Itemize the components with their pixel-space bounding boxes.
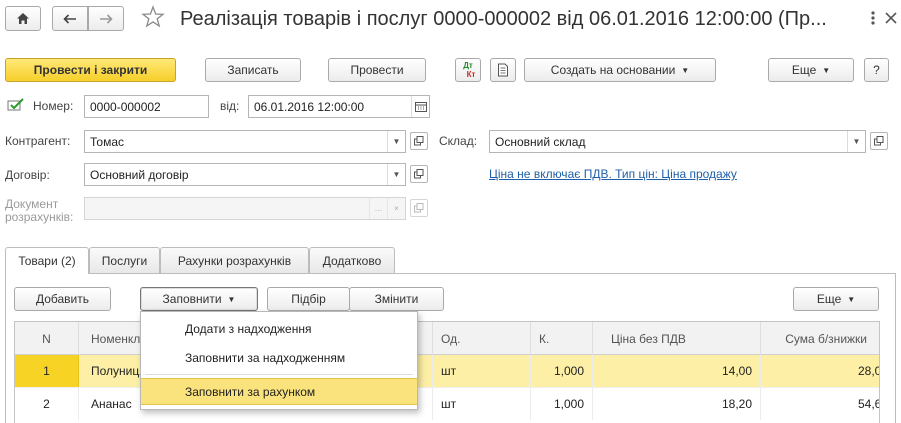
cell-sum: 54,60: [857, 397, 879, 411]
open-link-icon: [874, 136, 884, 146]
fill-dropdown-menu: Додати з надходження Заповнити за надход…: [140, 311, 418, 410]
settlement-doc-field: … ×: [84, 197, 406, 220]
column-header-n[interactable]: N: [15, 322, 79, 355]
ellipsis-icon: …: [369, 198, 387, 219]
warehouse-field[interactable]: Основний склад ▼: [489, 130, 866, 153]
chevron-down-icon[interactable]: ▼: [847, 131, 865, 152]
help-button[interactable]: ?: [864, 58, 889, 82]
more-actions-button[interactable]: Еще ▼: [768, 58, 854, 82]
dropdown-arrow-icon: ▼: [681, 65, 690, 75]
chevron-down-icon[interactable]: ▼: [387, 164, 405, 185]
forward-button[interactable]: [88, 6, 124, 31]
post-button[interactable]: Провести: [328, 58, 426, 82]
star-icon: [141, 5, 165, 28]
counterparty-label: Контрагент:: [5, 134, 71, 148]
column-header-sum[interactable]: Сума б/знижки: [761, 322, 879, 355]
open-link-icon: [414, 136, 424, 146]
warehouse-open-button[interactable]: [870, 132, 888, 150]
counterparty-field[interactable]: Томас ▼: [84, 130, 406, 153]
settlement-doc-open-button: [410, 199, 428, 217]
dt-kt-icon-bottom: Кт: [466, 70, 476, 79]
dt-kt-icon-top: Дт: [463, 61, 473, 70]
favorite-star-button[interactable]: [141, 5, 167, 31]
number-label: Номер:: [33, 99, 74, 113]
dropdown-arrow-icon: ▼: [847, 294, 856, 304]
column-header-qty[interactable]: К.: [531, 322, 593, 355]
window-menu-button[interactable]: [866, 10, 880, 26]
save-button[interactable]: Записать: [205, 58, 301, 82]
dropdown-arrow-icon: ▼: [227, 294, 236, 304]
cell-unit: шт: [433, 388, 531, 420]
price-settings-link[interactable]: Ціна не включає ПДВ. Тип цін: Ціна прода…: [489, 167, 737, 181]
open-link-icon: [414, 203, 424, 213]
number-field[interactable]: 0000-000002: [84, 95, 209, 118]
arrow-right-icon: [100, 13, 113, 24]
pick-button[interactable]: Підбір: [267, 287, 350, 311]
close-icon: [885, 12, 897, 24]
open-link-icon: [414, 169, 424, 179]
cell-qty: 1,000: [531, 355, 593, 387]
back-button[interactable]: [52, 6, 88, 31]
cell-price: 18,20: [593, 388, 761, 420]
settlement-doc-label: Документ розрахунків:: [5, 197, 74, 224]
tab-services[interactable]: Послуги: [89, 247, 160, 273]
cell-n: 1: [15, 355, 79, 387]
calendar-button[interactable]: [411, 96, 429, 117]
add-row-button[interactable]: Добавить: [14, 287, 111, 311]
tab-goods[interactable]: Товари (2): [5, 247, 89, 274]
date-field[interactable]: 06.01.2016 12:00:00: [248, 95, 430, 118]
post-and-close-button[interactable]: Провести і закрити: [5, 58, 176, 82]
date-label: від:: [220, 99, 240, 113]
table-more-button[interactable]: Еще ▼: [793, 287, 879, 311]
dropdown-arrow-icon: ▼: [822, 65, 831, 75]
cell-n: 2: [15, 388, 79, 420]
menu-item-add-from-receipt[interactable]: Додати з надходження: [141, 315, 417, 342]
contract-open-button[interactable]: [410, 165, 428, 183]
contract-label: Договір:: [5, 168, 50, 182]
cell-unit: шт: [433, 355, 531, 387]
chevron-down-icon[interactable]: ▼: [387, 131, 405, 152]
posted-status-icon: [7, 98, 25, 112]
menu-item-fill-by-invoice[interactable]: Заповнити за рахунком: [141, 378, 417, 405]
close-window-button[interactable]: [883, 10, 899, 26]
cell-qty: 1,000: [531, 388, 593, 420]
column-header-unit[interactable]: Од.: [433, 322, 531, 355]
home-icon: [17, 13, 29, 24]
tab-settlement-accounts[interactable]: Рахунки розрахунків: [160, 247, 309, 273]
column-header-price[interactable]: Ціна без ПДВ: [593, 322, 761, 355]
menu-separator: [145, 374, 413, 375]
cell-sum: 28,00: [857, 364, 879, 378]
contract-field[interactable]: Основний договір ▼: [84, 163, 406, 186]
tab-additional[interactable]: Додатково: [309, 247, 395, 273]
calendar-icon: [414, 102, 427, 112]
menu-item-fill-by-receipt[interactable]: Заповнити за надходженням: [141, 344, 417, 371]
print-button[interactable]: [490, 58, 516, 82]
clear-icon: ×: [387, 198, 405, 219]
create-based-on-button[interactable]: Создать на основании ▼: [524, 58, 716, 82]
fill-button[interactable]: Заповнити ▼: [140, 287, 258, 311]
cell-price: 14,00: [593, 355, 761, 387]
home-button[interactable]: [5, 6, 41, 31]
counterparty-open-button[interactable]: [410, 132, 428, 150]
arrow-left-icon: [63, 13, 76, 24]
window-title: Реалізація товарів і послуг 0000-000002 …: [180, 8, 827, 30]
document-icon: [498, 63, 508, 77]
dt-kt-button[interactable]: Дт Кт: [455, 58, 481, 82]
change-button[interactable]: Змінити: [349, 287, 444, 311]
vertical-dots-icon: [871, 11, 875, 25]
warehouse-label: Склад:: [439, 134, 478, 148]
